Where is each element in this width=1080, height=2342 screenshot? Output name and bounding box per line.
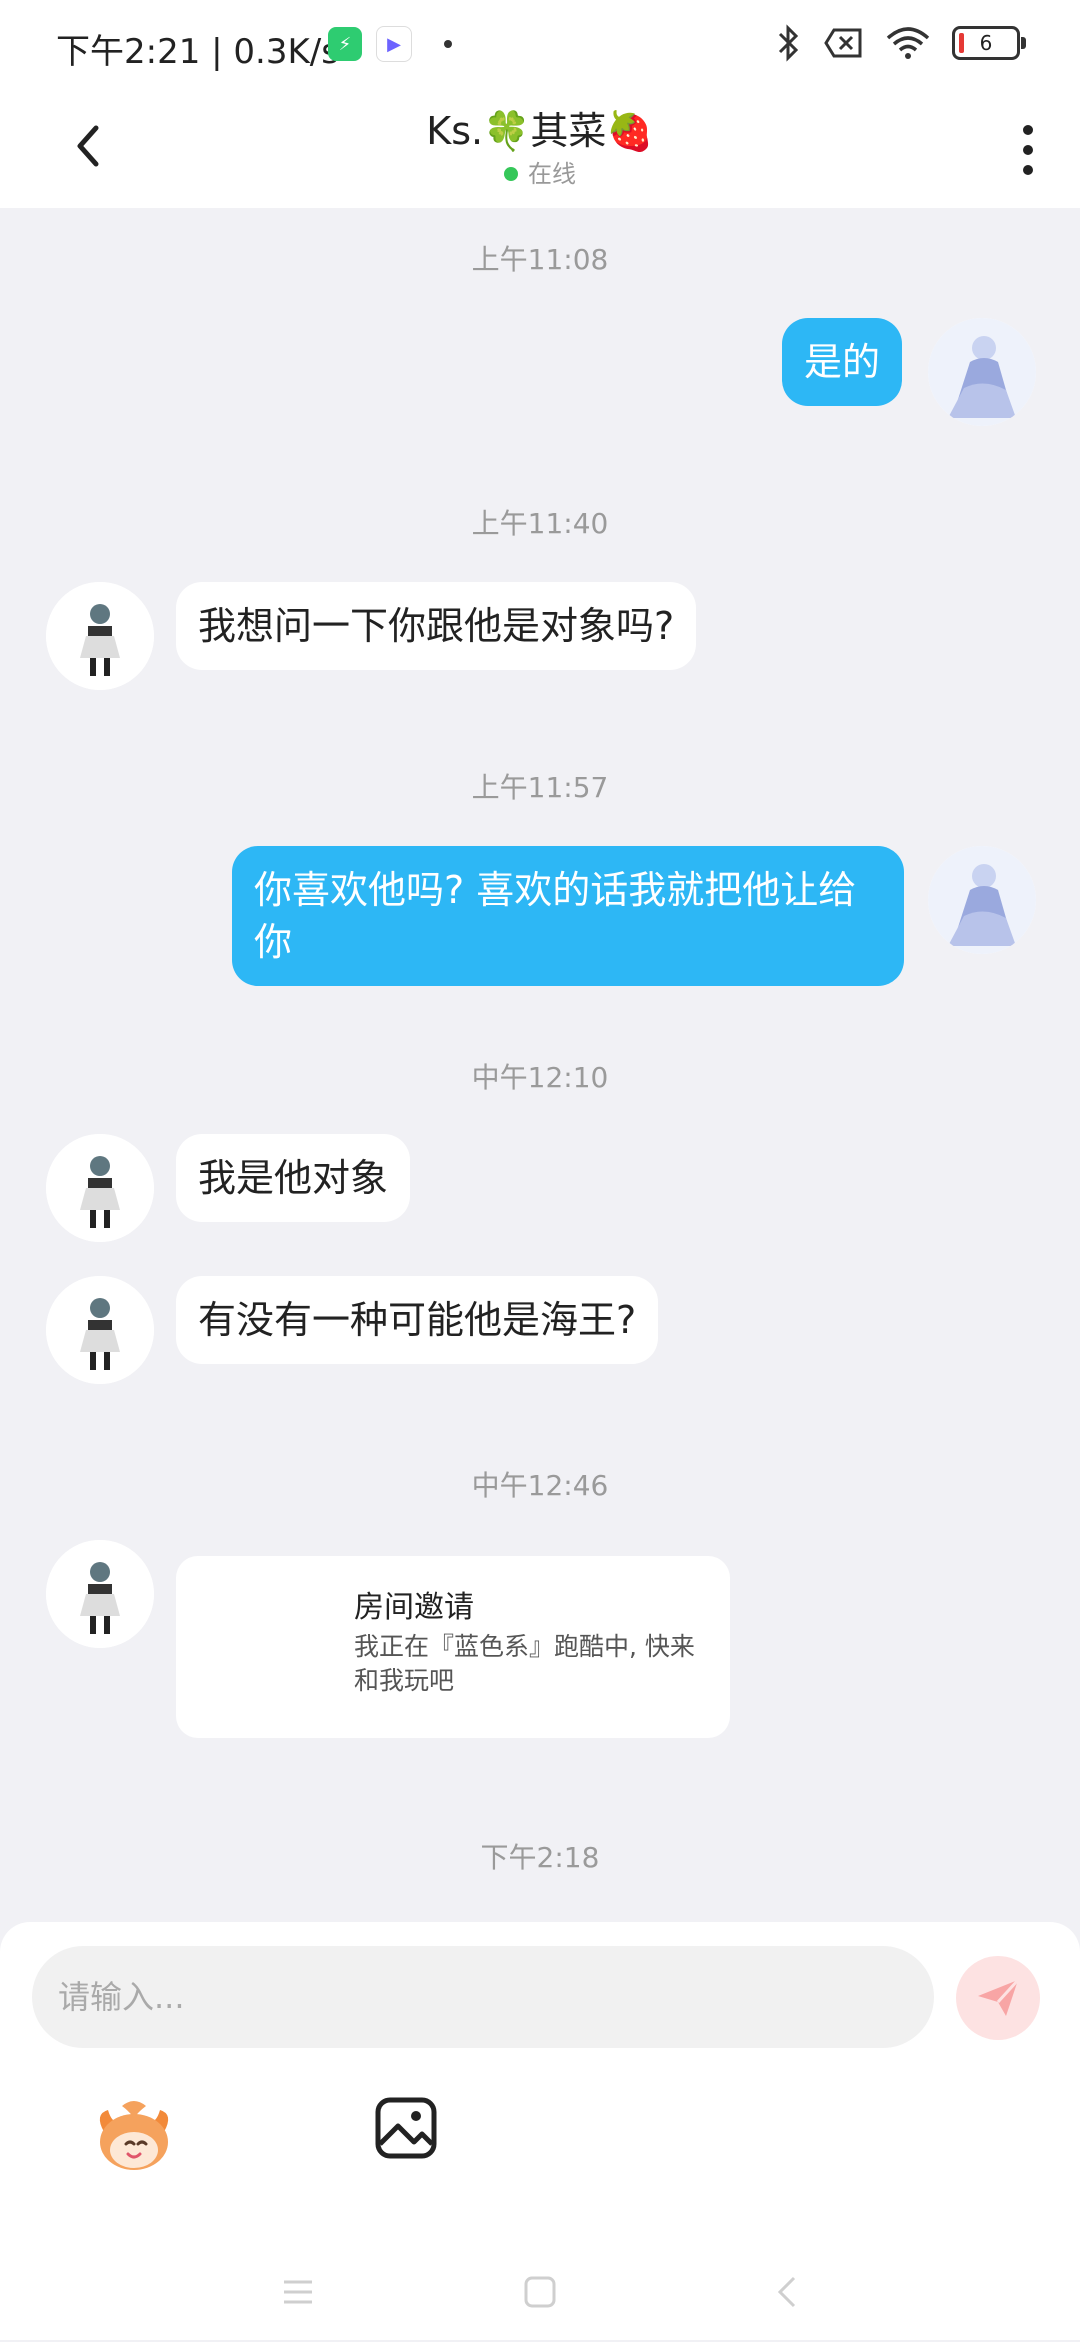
message-timestamp: 上午11:57 — [471, 771, 609, 804]
contact-avatar[interactable] — [46, 1134, 154, 1242]
bluetooth-icon — [778, 24, 799, 62]
status-notification-icons: ⚡ ▶ — [328, 26, 452, 62]
notification-dot-icon — [444, 40, 452, 48]
status-bar: 下午2:21 | 0.3K/s ⚡ ▶ 6 — [0, 0, 1080, 90]
incoming-message[interactable]: 我是他对象 — [176, 1134, 411, 1222]
message-timestamp: 中午12:10 — [471, 1061, 609, 1094]
message-timestamp: 下午2:18 — [480, 1841, 600, 1874]
composer-panel — [0, 1922, 1080, 2340]
contact-avatar[interactable] — [46, 582, 154, 690]
room-invite-card[interactable]: 房间邀请 我正在『蓝色系』跑酷中, 快来和我玩吧 — [176, 1556, 730, 1738]
invite-title: 房间邀请 — [354, 1590, 474, 1625]
message-input[interactable] — [32, 1946, 934, 2048]
play-store-icon: ▶ — [376, 26, 412, 62]
wifi-icon — [886, 27, 930, 59]
security-app-icon: ⚡ — [328, 27, 362, 61]
no-sim-icon — [824, 28, 862, 58]
online-status: 在线 — [0, 154, 1080, 189]
my-avatar[interactable] — [928, 318, 1036, 426]
system-navigation-bar — [0, 2242, 1080, 2342]
outgoing-message[interactable]: 是的 — [782, 318, 903, 406]
contact-name: Ks.🍀其菜🍓 — [426, 109, 654, 153]
incoming-message[interactable]: 我想问一下你跟他是对象吗? — [176, 582, 697, 670]
battery-icon: 6 — [952, 26, 1026, 60]
battery-level: 6 — [979, 31, 993, 55]
status-time: 下午2:21 | 0.3K/s — [56, 32, 339, 72]
online-status-label: 在线 — [528, 160, 576, 188]
send-icon — [978, 1978, 1020, 2016]
image-icon[interactable] — [370, 2092, 442, 2164]
back-nav-icon[interactable] — [768, 2272, 808, 2312]
status-system-icons: 6 — [776, 24, 1026, 62]
menu-nav-icon[interactable] — [278, 2272, 318, 2312]
send-button[interactable] — [956, 1956, 1040, 2040]
home-nav-icon[interactable] — [520, 2272, 560, 2312]
outgoing-message[interactable]: 你喜欢他吗? 喜欢的话我就把他让给你 — [232, 846, 904, 986]
invite-description: 我正在『蓝色系』跑酷中, 快来和我玩吧 — [354, 1632, 695, 1695]
online-dot-icon — [504, 167, 518, 181]
message-list[interactable]: 上午11:08 是的 上午11:40 我想问一下你跟他是对象吗? 上午11:57… — [0, 208, 1080, 1920]
message-timestamp: 中午12:46 — [471, 1469, 609, 1502]
message-timestamp: 上午11:40 — [471, 507, 609, 540]
contact-avatar[interactable] — [46, 1540, 154, 1648]
emoji-mascot-icon[interactable] — [92, 2092, 176, 2176]
my-avatar[interactable] — [928, 846, 1036, 954]
contact-avatar[interactable] — [46, 1276, 154, 1384]
more-vertical-icon[interactable] — [1018, 120, 1038, 180]
incoming-message[interactable]: 有没有一种可能他是海王? — [176, 1276, 659, 1364]
chat-header: Ks.🍀其菜🍓 在线 — [0, 90, 1080, 208]
message-timestamp: 上午11:08 — [471, 243, 609, 276]
